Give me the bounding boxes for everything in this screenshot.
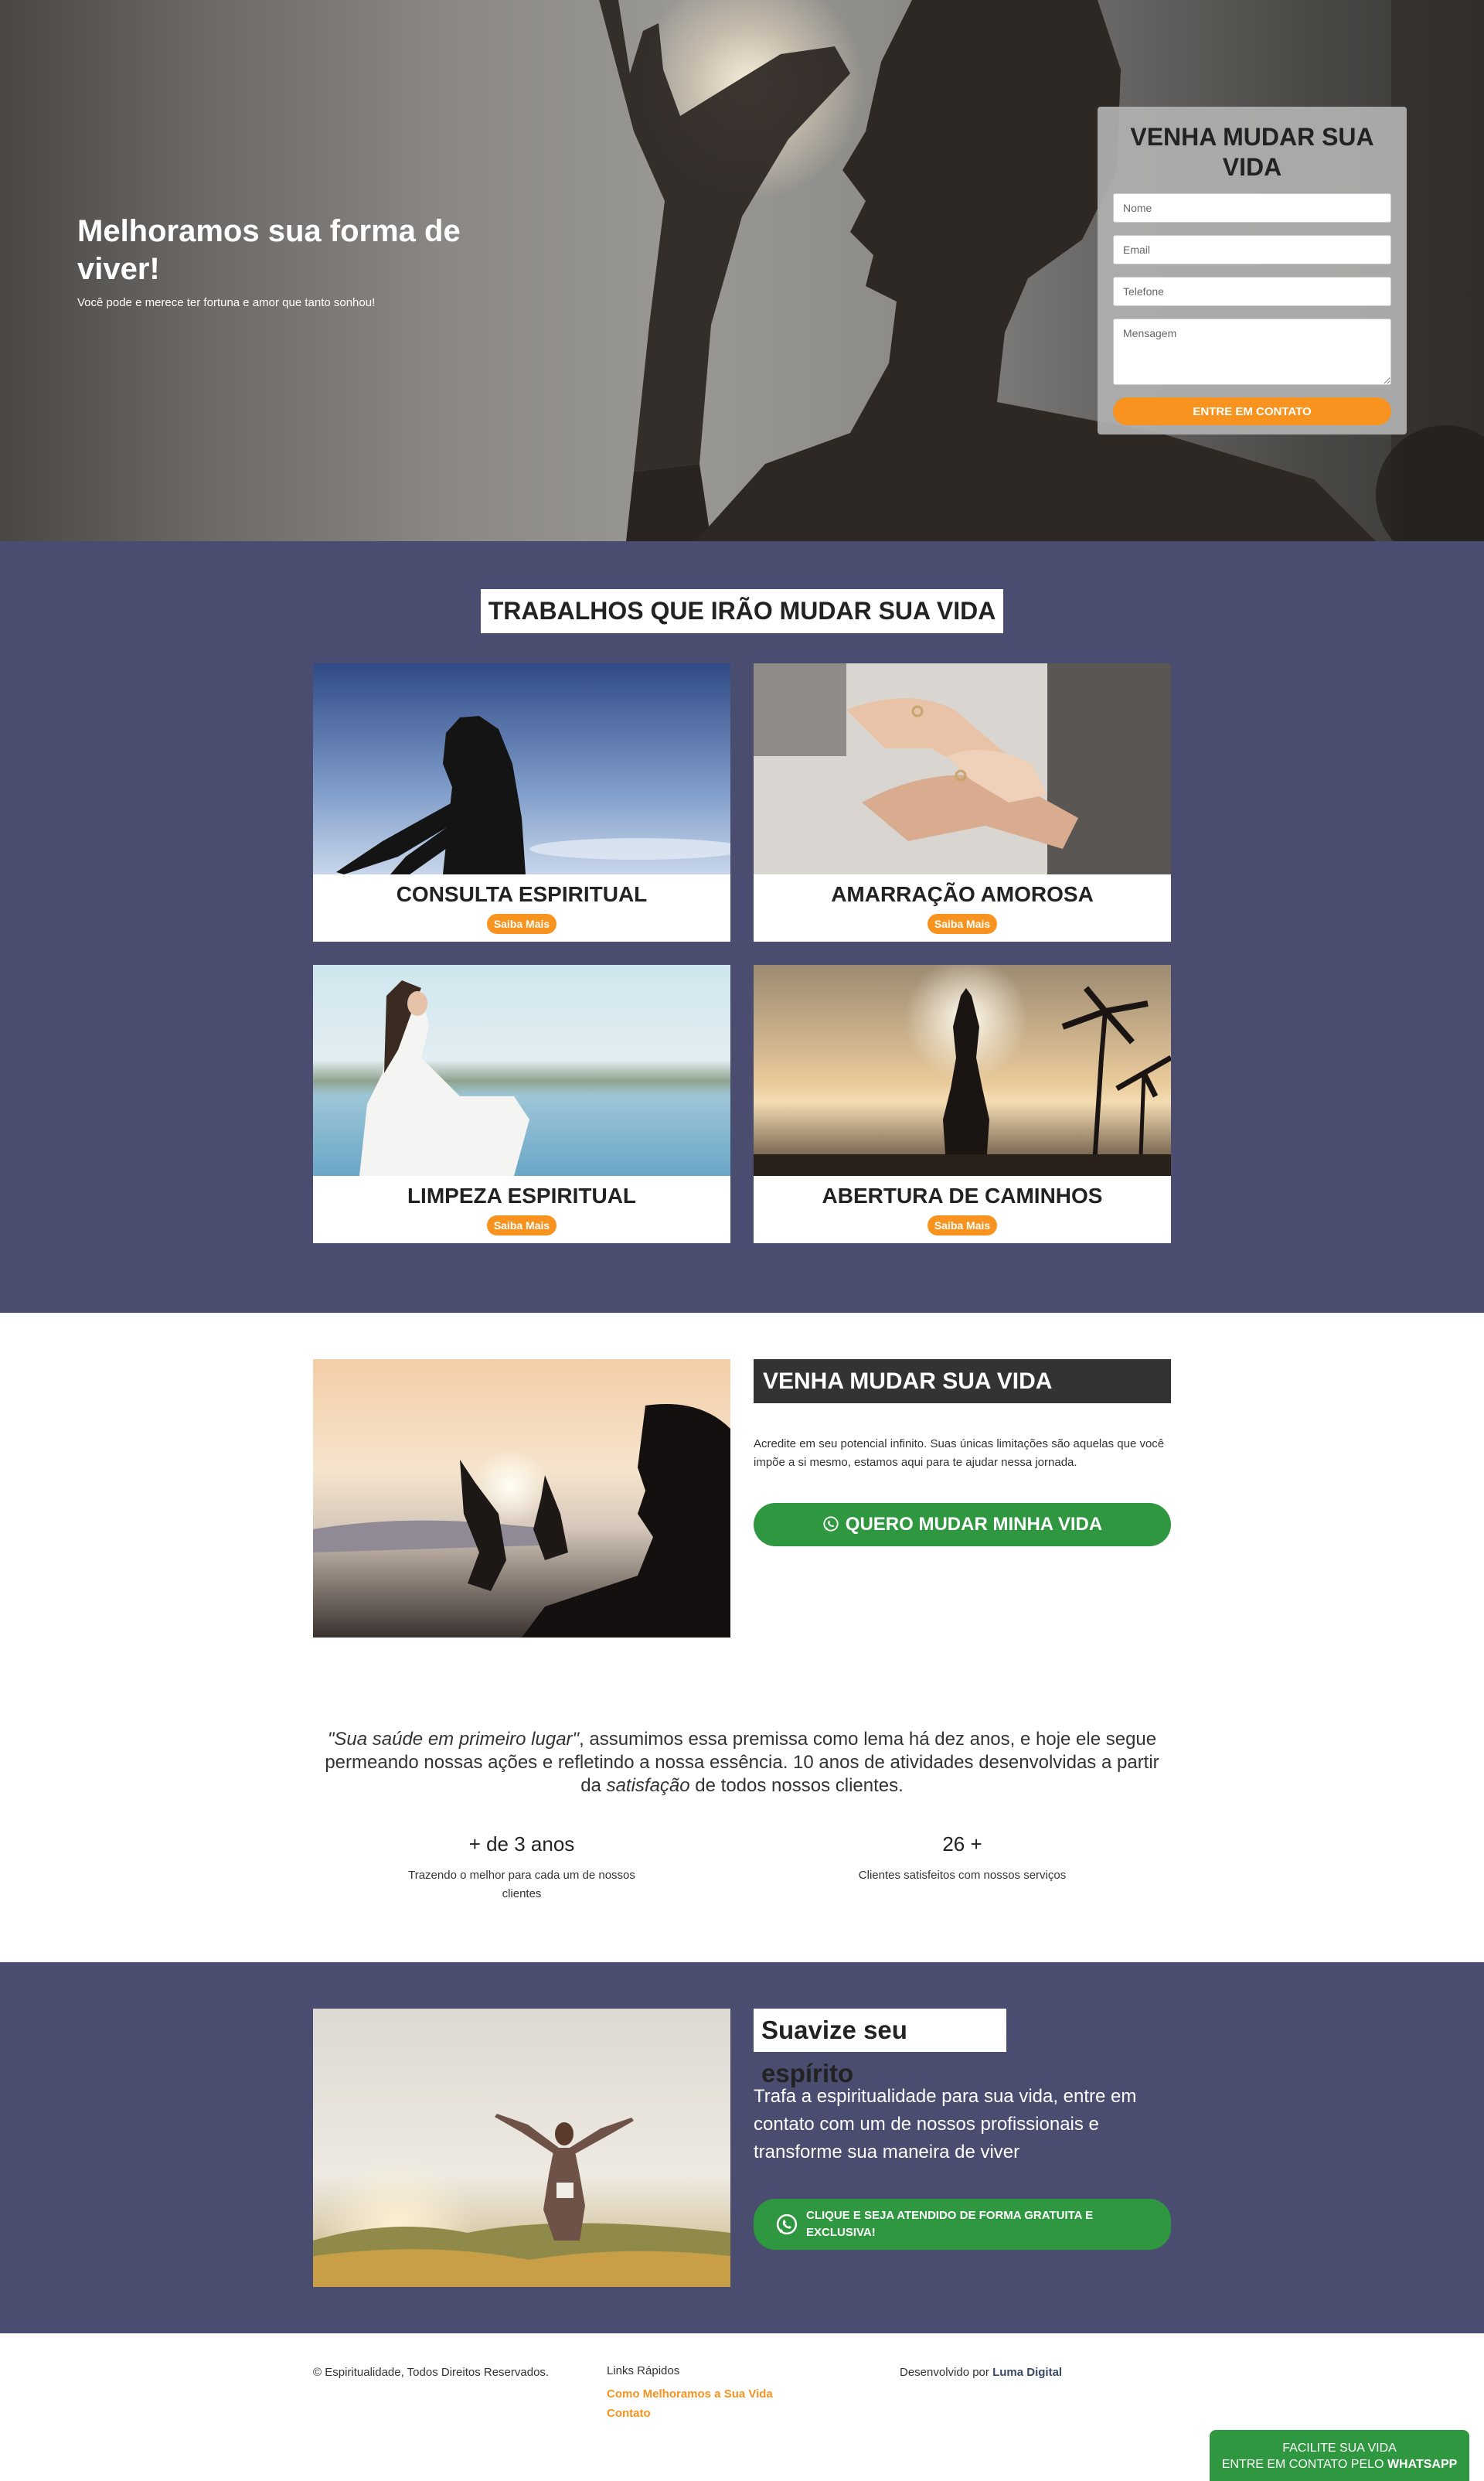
quote-emphasis: "Sua saúde em primeiro lugar" <box>327 1729 580 1750</box>
quero-mudar-label: QUERO MUDAR MINHA VIDA <box>845 1514 1103 1535</box>
soothe-section: Suavize seu espírito Trafa a espirituali… <box>0 1962 1484 2333</box>
footer-developer: Desenvolvido por Luma Digital <box>900 2366 1062 2379</box>
service-card-consulta: CONSULTA ESPIRITUAL Saiba Mais <box>313 663 730 942</box>
whatsapp-float-prefix: ENTRE EM CONTATO PELO <box>1221 2458 1387 2471</box>
whatsapp-float-bold: WHATSAPP <box>1387 2458 1458 2471</box>
saiba-mais-button[interactable]: Saiba Mais <box>487 914 556 934</box>
services-section: TRABALHOS QUE IRÃO MUDAR SUA VIDA CONSUL… <box>0 541 1484 1313</box>
stat-years-label: Trazendo o melhor para cada um de nossos… <box>408 1869 635 1900</box>
footer-link-como-melhoramos[interactable]: Como Melhoramos a Sua Vida <box>607 2387 773 2401</box>
service-title: ABERTURA DE CAMINHOS <box>822 1184 1103 1208</box>
services-heading: TRABALHOS QUE IRÃO MUDAR SUA VIDA <box>481 589 1003 633</box>
hero-section: Melhoramos sua forma de viver! Você pode… <box>0 0 1484 541</box>
whatsapp-float-line1: FACILITE SUA VIDA <box>1282 2442 1397 2455</box>
hero-subtitle: Você pode e merece ter fortuna e amor qu… <box>77 296 376 309</box>
quote-emphasis-2: satisfação <box>606 1775 690 1796</box>
saiba-mais-button[interactable]: Saiba Mais <box>928 914 997 934</box>
quero-mudar-button[interactable]: QUERO MUDAR MINHA VIDA <box>754 1503 1171 1546</box>
stat-clients-value: 26 + <box>942 1832 982 1856</box>
email-field[interactable] <box>1113 235 1391 265</box>
service-title: CONSULTA ESPIRITUAL <box>396 882 648 906</box>
whatsapp-icon <box>823 1516 839 1532</box>
footer-links-title: Links Rápidos <box>607 2364 680 2377</box>
service-card-limpeza: LIMPEZA ESPIRITUAL Saiba Mais <box>313 965 730 1243</box>
service-image-amarracao <box>754 663 1171 874</box>
whatsapp-float-button[interactable]: FACILITE SUA VIDA ENTRE EM CONTATO PELO … <box>1210 2430 1469 2481</box>
stat-years-value: + de 3 anos <box>468 1832 575 1856</box>
soothe-heading: Suavize seu espírito <box>754 2009 1006 2087</box>
saiba-mais-button[interactable]: Saiba Mais <box>487 1215 556 1235</box>
contact-form-title: VENHA MUDAR SUA VIDA <box>1130 123 1374 182</box>
footer-dev-name[interactable]: Luma Digital <box>992 2366 1062 2379</box>
service-image-abertura <box>754 965 1171 1176</box>
quote-part2: de todos nossos clientes. <box>689 1775 904 1796</box>
atendimento-gratuito-button[interactable]: CLIQUE E SEJA ATENDIDO DE FORMA GRATUITA… <box>754 2199 1171 2250</box>
contact-submit-button[interactable]: ENTRE EM CONTATO <box>1113 397 1391 426</box>
contact-form: VENHA MUDAR SUA VIDA ENTRE EM CONTATO <box>1098 107 1407 435</box>
whatsapp-float-line2: ENTRE EM CONTATO PELO WHATSAPP <box>1210 2456 1469 2472</box>
footer-dev-prefix: Desenvolvido por <box>900 2366 993 2379</box>
name-field[interactable] <box>1113 193 1391 223</box>
phone-field[interactable] <box>1113 277 1391 307</box>
soothe-text: Trafa a espiritualidade para sua vida, e… <box>754 2086 1137 2162</box>
about-text: Acredite em seu potencial infinito. Suas… <box>754 1437 1165 1469</box>
service-image-limpeza <box>313 965 730 1176</box>
soothe-image <box>313 2009 730 2287</box>
stat-clients-label: Clientes satisfeitos com nossos serviços <box>858 1869 1067 1882</box>
saiba-mais-button[interactable]: Saiba Mais <box>928 1215 997 1235</box>
message-field[interactable] <box>1113 319 1391 386</box>
service-card-abertura: ABERTURA DE CAMINHOS Saiba Mais <box>754 965 1171 1243</box>
footer-copyright: © Espiritualidade, Todos Direitos Reserv… <box>313 2366 550 2379</box>
service-card-amarracao: AMARRAÇÃO AMOROSA Saiba Mais <box>754 663 1171 942</box>
whatsapp-icon <box>776 2213 798 2235</box>
about-image <box>313 1359 730 1638</box>
about-section: VENHA MUDAR SUA VIDA Acredite em seu pot… <box>0 1313 1484 1962</box>
about-heading: VENHA MUDAR SUA VIDA <box>754 1359 1171 1403</box>
atendimento-gratuito-label: CLIQUE E SEJA ATENDIDO DE FORMA GRATUITA… <box>806 2209 1094 2239</box>
service-image-consulta <box>313 663 730 874</box>
footer-link-contato[interactable]: Contato <box>607 2407 651 2420</box>
hero-title: Melhoramos sua forma de viver! <box>77 214 461 286</box>
quote-text: "Sua saúde em primeiro lugar", assumimos… <box>313 1728 1171 1798</box>
service-title: LIMPEZA ESPIRITUAL <box>407 1184 637 1208</box>
service-title: AMARRAÇÃO AMOROSA <box>831 882 1094 906</box>
